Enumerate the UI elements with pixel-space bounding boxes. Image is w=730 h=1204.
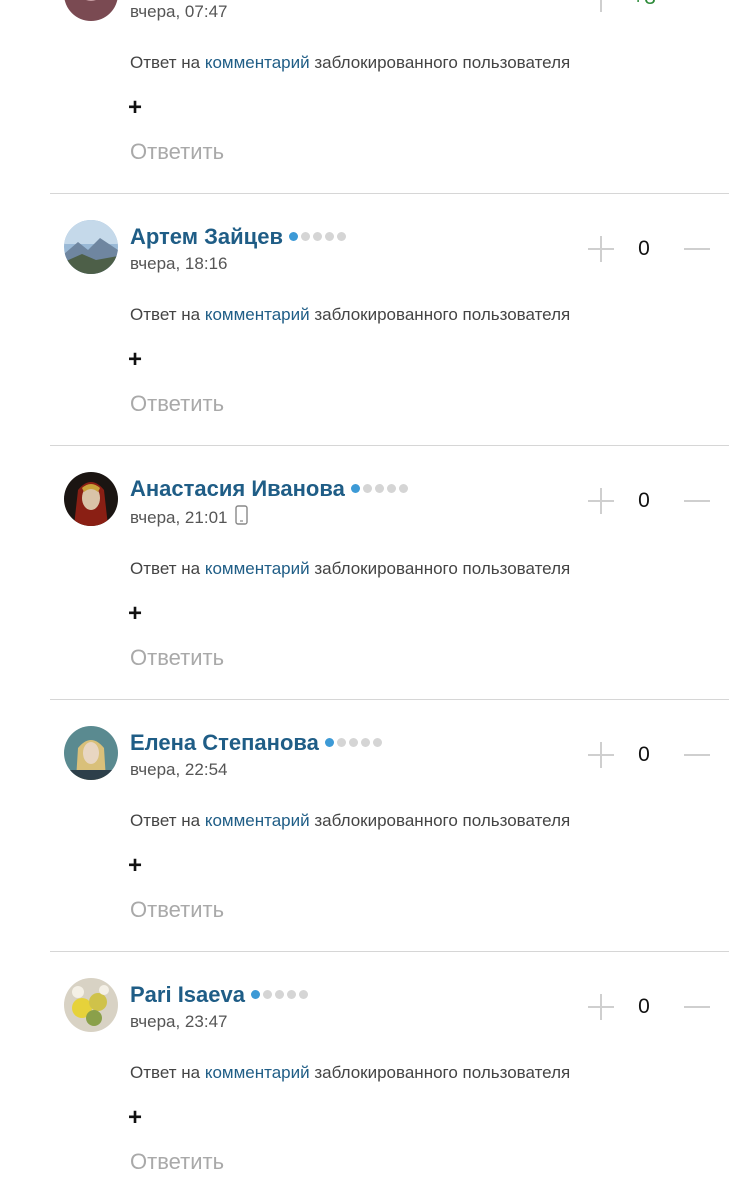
author-name-text[interactable]: Анастасия Иванова	[130, 476, 345, 501]
rating-dots	[350, 483, 408, 493]
reply-comment-link[interactable]: комментарий	[205, 305, 310, 324]
reply-to-text: Ответ на комментарий заблокированного по…	[130, 1063, 570, 1083]
mobile-phone-icon	[235, 505, 249, 530]
comment-time: вчера, 21:01	[130, 505, 249, 531]
author-name[interactable]: Pari Isaeva	[130, 982, 308, 1008]
reply-suffix: заблокированного пользователя	[314, 1063, 571, 1082]
downvote-button[interactable]	[684, 742, 710, 768]
reply-prefix: Ответ на	[130, 811, 201, 830]
expand-plus-button[interactable]: +	[128, 854, 142, 878]
author-name[interactable]: Елена Степанова	[130, 730, 382, 756]
comment-time: вчера, 07:47	[130, 2, 228, 21]
upvote-button[interactable]	[588, 236, 614, 262]
reply-to-text: Ответ на комментарий заблокированного по…	[130, 811, 570, 831]
reply-suffix: заблокированного пользователя	[314, 811, 571, 830]
downvote-button[interactable]	[684, 236, 710, 262]
reply-suffix: заблокированного пользователя	[314, 559, 571, 578]
mountain-avatar[interactable]	[64, 220, 118, 274]
reply-prefix: Ответ на	[130, 1063, 201, 1082]
upvote-button[interactable]	[588, 488, 614, 514]
reply-prefix: Ответ на	[130, 305, 201, 324]
expand-plus-button[interactable]: +	[128, 1106, 142, 1130]
comment-time: вчера, 18:16	[130, 254, 228, 273]
comment-item: Анастасия Иванова вчера, 21:01 0 Ответ н…	[0, 446, 730, 698]
rating-dots	[250, 989, 308, 999]
upvote-button[interactable]	[588, 742, 614, 768]
reply-prefix: Ответ на	[130, 559, 201, 578]
upvote-button[interactable]	[588, 994, 614, 1020]
downvote-button[interactable]	[684, 488, 710, 514]
reply-to-text: Ответ на комментарий заблокированного по…	[130, 53, 570, 73]
rating-dots	[288, 231, 346, 241]
author-name[interactable]: Артем Зайцев	[130, 224, 346, 250]
avatar[interactable]	[64, 0, 118, 21]
flower-avatar[interactable]	[64, 978, 118, 1032]
red-hair-avatar[interactable]	[64, 472, 118, 526]
comment-item: Артем Зайцев вчера, 18:16 0 Ответ на ком…	[0, 194, 730, 446]
blonde-avatar[interactable]	[64, 726, 118, 780]
comment-score: +3	[632, 0, 656, 10]
comment-top-partial: вчера, 07:47 +3 Ответ на комментарий заб…	[0, 0, 730, 194]
reply-to-text: Ответ на комментарий заблокированного по…	[130, 305, 570, 325]
reply-button[interactable]: Ответить	[130, 897, 224, 923]
comment-score: 0	[638, 489, 650, 512]
comment-score: 0	[638, 995, 650, 1018]
comment-time-text: вчера, 21:01	[130, 507, 228, 527]
reply-to-text: Ответ на комментарий заблокированного по…	[130, 559, 570, 579]
reply-suffix: заблокированного пользователя	[314, 53, 571, 72]
reply-suffix: заблокированного пользователя	[314, 305, 571, 324]
expand-plus-button[interactable]: +	[128, 96, 142, 120]
comment-item: Елена Степанова вчера, 22:54 0 Ответ на …	[0, 700, 730, 952]
reply-comment-link[interactable]: комментарий	[205, 53, 310, 72]
reply-button[interactable]: Ответить	[130, 1149, 224, 1175]
reply-button[interactable]: Ответить	[130, 139, 224, 165]
comment-time: вчера, 23:47	[130, 1012, 228, 1031]
reply-comment-link[interactable]: комментарий	[205, 1063, 310, 1082]
comment-time: вчера, 22:54	[130, 760, 228, 779]
expand-plus-button[interactable]: +	[128, 602, 142, 626]
reply-comment-link[interactable]: комментарий	[205, 559, 310, 578]
expand-plus-button[interactable]: +	[128, 348, 142, 372]
author-name-text[interactable]: Елена Степанова	[130, 730, 319, 755]
author-name-text[interactable]: Артем Зайцев	[130, 224, 283, 249]
rating-dots	[324, 737, 382, 747]
downvote-button[interactable]	[684, 994, 710, 1020]
comment-score: 0	[638, 743, 650, 766]
author-name-text[interactable]: Pari Isaeva	[130, 982, 245, 1007]
comment-item: Pari Isaeva вчера, 23:47 0 Ответ на комм…	[0, 952, 730, 1204]
reply-button[interactable]: Ответить	[130, 391, 224, 417]
upvote-button[interactable]	[588, 0, 614, 12]
comment-score: 0	[638, 237, 650, 260]
reply-button[interactable]: Ответить	[130, 645, 224, 671]
author-name[interactable]: Анастасия Иванова	[130, 476, 408, 502]
reply-comment-link[interactable]: комментарий	[205, 811, 310, 830]
reply-prefix: Ответ на	[130, 53, 201, 72]
